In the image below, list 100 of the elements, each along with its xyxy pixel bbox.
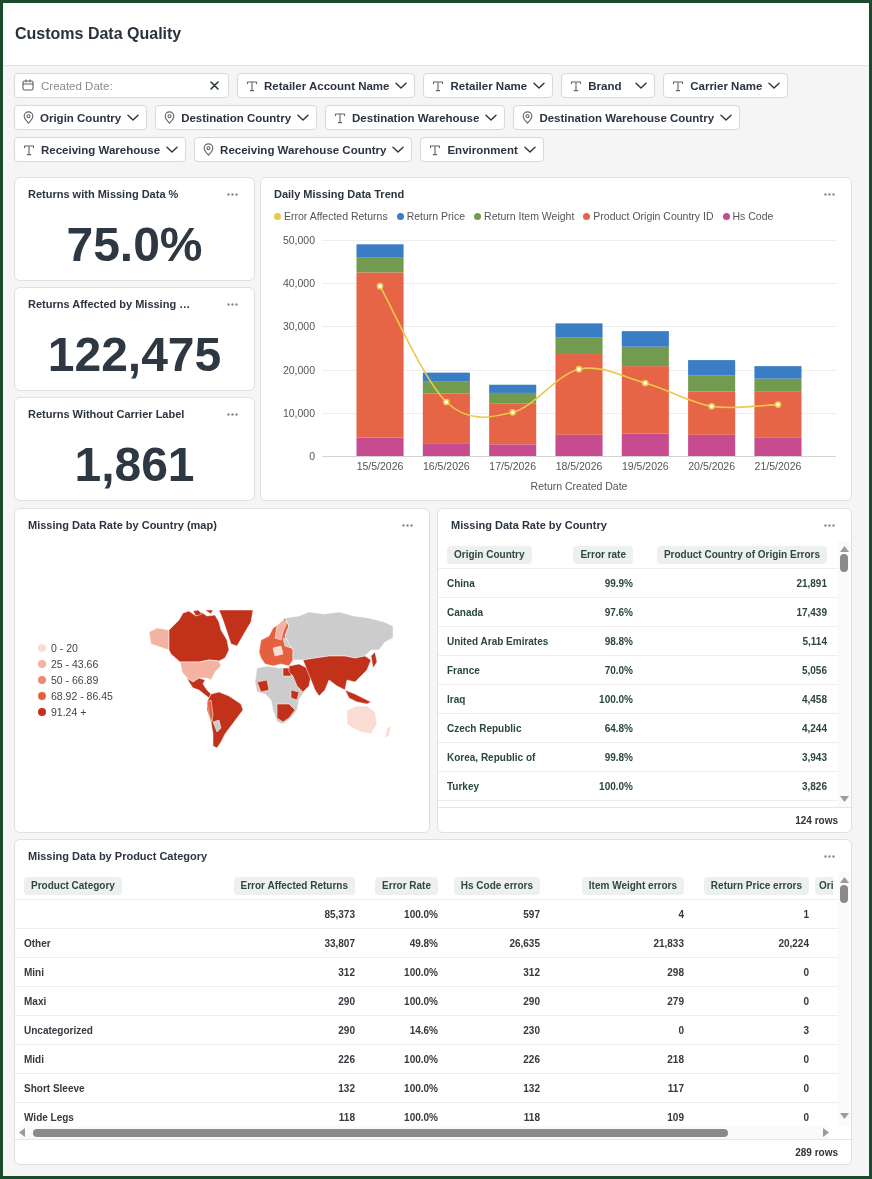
table-cell: France <box>447 664 480 676</box>
table-cell: 49.8% <box>409 937 438 949</box>
y-tick-label: 20,000 <box>282 364 315 376</box>
table-cell: 290 <box>338 1024 355 1036</box>
x-tick-label: 17/5/2026 <box>489 460 537 472</box>
table-cell: 290 <box>523 995 540 1007</box>
kpi-title: Returns Without Carrier Label <box>28 408 185 420</box>
table-cell: 3 <box>803 1024 809 1036</box>
legend-label: Return Item Weight <box>484 210 575 222</box>
legend-label: 0 - 20 <box>51 641 78 654</box>
y-tick-label: 40,000 <box>282 277 315 289</box>
table-cell: 0 <box>803 995 809 1007</box>
table-cell: 85,373 <box>324 908 355 920</box>
table-cell: 100.0% <box>404 908 438 920</box>
kpi-value: 122,475 <box>47 331 222 379</box>
table-cell: 118 <box>338 1111 355 1123</box>
y-tick-label: 50,000 <box>282 234 315 246</box>
table-cell: 100.0% <box>599 693 633 705</box>
table-cell: Iraq <box>447 693 466 705</box>
y-tick-label: 0 <box>309 450 315 462</box>
chart-title: Daily Missing Data Trend <box>274 188 405 200</box>
table-cell: 5,056 <box>801 664 827 676</box>
table-cell: 100.0% <box>404 1082 438 1094</box>
legend-label: 25 - 43.66 <box>51 657 99 670</box>
legend-label: Error Affected Returns <box>284 210 388 222</box>
legend-label: Hs Code <box>732 210 774 222</box>
table-cell: 0 <box>803 966 809 978</box>
card-title: Missing Data by Product Category <box>28 850 208 862</box>
table-cell: 3,826 <box>801 780 827 792</box>
x-tick-label: 21/5/2026 <box>754 460 802 472</box>
table-cell: 218 <box>667 1053 684 1065</box>
table-cell: United Arab Emirates <box>447 635 549 647</box>
table-cell: 20,224 <box>778 937 809 949</box>
table-cell: Canada <box>447 606 484 618</box>
table-cell: 97.6% <box>604 606 633 618</box>
table-cell: 312 <box>338 966 355 978</box>
table-cell: 298 <box>667 966 684 978</box>
legend-label: Return Price <box>406 210 466 222</box>
row-count: 289 rows <box>795 1146 838 1158</box>
table-cell: Turkey <box>447 780 480 792</box>
table-cell: 33,807 <box>324 937 355 949</box>
x-tick-label: 20/5/2026 <box>688 460 735 472</box>
table-cell: 1 <box>803 908 809 920</box>
y-tick-label: 30,000 <box>282 320 315 332</box>
table-cell: 100.0% <box>404 995 438 1007</box>
table-cell: 118 <box>523 1111 540 1123</box>
table-cell: 99.8% <box>604 751 633 763</box>
x-axis-title: Return Created Date <box>530 480 628 492</box>
table-cell: 14.6% <box>409 1024 438 1036</box>
x-tick-label: 15/5/2026 <box>356 460 404 472</box>
table-cell: 0 <box>803 1111 809 1123</box>
table-cell: 5,114 <box>802 635 827 647</box>
table-cell: 100.0% <box>599 780 633 792</box>
table-cell: 99.9% <box>604 577 633 589</box>
table-cell: 4 <box>678 908 684 920</box>
x-tick-label: 16/5/2026 <box>423 460 470 472</box>
table-cell: Other <box>24 937 51 949</box>
kpi-value: 75.0% <box>66 221 203 269</box>
table-cell: 100.0% <box>404 1053 438 1065</box>
table-cell: Korea, Republic of <box>447 751 536 763</box>
table-cell: Maxi <box>24 995 47 1007</box>
table-cell: Wide Legs <box>24 1111 74 1123</box>
table-cell: Czech Republic <box>447 722 522 734</box>
kpi-value: 1,861 <box>74 441 195 489</box>
table-cell: 0 <box>803 1082 809 1094</box>
table-cell: 0 <box>803 1053 809 1065</box>
legend-label: 91.24 + <box>51 705 87 718</box>
table-cell: 64.8% <box>604 722 633 734</box>
table-cell: Short Sleeve <box>24 1082 85 1094</box>
card-title: Missing Data Rate by Country (map) <box>28 519 217 531</box>
table-cell: 0 <box>678 1024 684 1036</box>
table-cell: 132 <box>523 1082 540 1094</box>
table-cell: 100.0% <box>404 966 438 978</box>
kpi-title: Returns with Missing Data % <box>28 188 179 200</box>
table-cell: 21,891 <box>796 577 827 589</box>
table-cell: 597 <box>523 908 540 920</box>
table-cell: 226 <box>523 1053 540 1065</box>
table-cell: 4,458 <box>801 693 827 705</box>
table-cell: 70.0% <box>604 664 633 676</box>
legend-label: 68.92 - 86.45 <box>51 689 113 702</box>
card-title: Missing Data Rate by Country <box>451 519 607 531</box>
y-tick-label: 10,000 <box>282 407 315 419</box>
table-cell: 109 <box>667 1111 684 1123</box>
legend-label: Product Origin Country ID <box>593 210 714 222</box>
kpi-title: Returns Affected by Missing … <box>28 298 191 310</box>
x-tick-label: 18/5/2026 <box>555 460 603 472</box>
x-tick-label: 19/5/2026 <box>621 460 669 472</box>
table-cell: 98.8% <box>604 635 633 647</box>
table-cell: Uncategorized <box>24 1024 93 1036</box>
table-cell: 226 <box>338 1053 355 1065</box>
table-cell: 230 <box>523 1024 540 1036</box>
table-cell: 4,244 <box>801 722 827 734</box>
table-cell: 132 <box>338 1082 355 1094</box>
table-cell: 21,833 <box>653 937 684 949</box>
table-cell: 312 <box>523 966 540 978</box>
dashboard-title: Customs Data Quality <box>15 24 182 44</box>
table-cell: 100.0% <box>404 1111 438 1123</box>
table-cell: China <box>447 577 475 589</box>
table-cell: 26,635 <box>509 937 540 949</box>
table-cell: 17,439 <box>796 606 827 618</box>
